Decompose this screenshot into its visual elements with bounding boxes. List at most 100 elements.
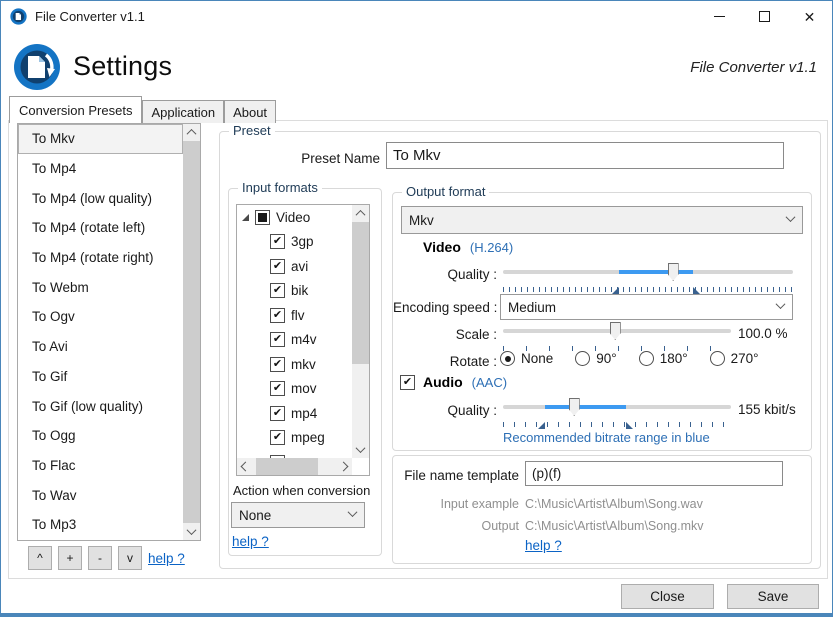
preset-list-item[interactable]: To Ogg (18, 421, 183, 451)
format-row[interactable]: ✔ m4v (237, 328, 352, 353)
scroll-down-icon[interactable] (183, 523, 200, 540)
preset-tool-button[interactable]: + (58, 546, 82, 570)
output-format-group: Output format Mkv Video(H.264) Quality :… (392, 192, 812, 451)
range-end-marker-icon (693, 287, 700, 294)
tree-root-video[interactable]: Video (237, 205, 352, 230)
range-end-marker-icon (626, 422, 633, 429)
video-quality-slider[interactable] (503, 261, 793, 287)
tree-horizontal-scrollbar[interactable] (237, 458, 352, 475)
scroll-down-icon[interactable] (352, 441, 369, 458)
preset-list-item[interactable]: To Webm (18, 272, 183, 302)
format-row[interactable]: ✔ mp4 (237, 401, 352, 426)
preset-name-input[interactable] (386, 142, 784, 169)
tab-label: Conversion Presets (19, 103, 132, 118)
preset-group: Preset Preset Name Input formats Video ✔… (219, 131, 821, 569)
preset-tool-button[interactable]: - (88, 546, 112, 570)
format-row[interactable]: ✔ avi (237, 254, 352, 279)
format-checkbox[interactable]: ✔ (270, 430, 285, 445)
filename-help-link[interactable]: help ? (525, 538, 562, 553)
preset-list-item[interactable]: To Mp4 (low quality) (18, 183, 183, 213)
file-converter-logo (13, 43, 61, 91)
format-checkbox[interactable]: ✔ (270, 406, 285, 421)
format-checkbox[interactable]: ✔ (270, 332, 285, 347)
check-icon: ✔ (273, 285, 282, 296)
tree-expander-icon[interactable] (242, 214, 249, 221)
scrollbar-thumb[interactable] (256, 458, 318, 475)
preset-list-item[interactable]: To Avi (18, 332, 183, 362)
encoding-speed-select[interactable]: Medium (500, 294, 793, 320)
preset-list-item[interactable]: To Mp4 (rotate right) (18, 243, 183, 273)
filename-template-input[interactable] (525, 461, 783, 486)
format-row[interactable]: ✔ mkv (237, 352, 352, 377)
check-icon: ✔ (273, 408, 282, 419)
preset-list-item[interactable]: To Wav (18, 480, 183, 510)
format-checkbox[interactable]: ✔ (270, 308, 285, 323)
rotate-radio[interactable]: 270° (710, 351, 759, 366)
preset-item-label: To Gif (low quality) (32, 399, 143, 414)
scroll-left-icon[interactable] (237, 458, 254, 475)
preset-list-item[interactable]: To Mkv (18, 124, 183, 154)
scrollbar-thumb[interactable] (183, 141, 200, 523)
tab[interactable]: Conversion Presets (9, 96, 142, 123)
preset-tool-button[interactable]: ^ (28, 546, 52, 570)
tab[interactable]: Application (142, 100, 224, 123)
window-title: File Converter v1.1 (35, 9, 145, 24)
slider-track[interactable] (503, 405, 731, 409)
scroll-up-icon[interactable] (183, 124, 200, 141)
tree-vertical-scrollbar[interactable] (352, 205, 369, 458)
format-checkbox[interactable]: ✔ (270, 283, 285, 298)
rotate-radio[interactable]: 90° (575, 351, 616, 366)
save-button[interactable]: Save (727, 584, 819, 609)
input-example-label: Input example (393, 497, 519, 511)
scroll-up-icon[interactable] (352, 205, 369, 222)
minimize-button[interactable] (697, 1, 742, 32)
format-checkbox[interactable]: ✔ (270, 357, 285, 372)
format-checkbox[interactable]: ✔ (270, 259, 285, 274)
output-format-select[interactable]: Mkv (401, 206, 803, 234)
preset-list-item[interactable]: To Gif (low quality) (18, 391, 183, 421)
slider-track[interactable] (503, 270, 793, 274)
maximize-button[interactable] (742, 1, 787, 32)
format-row[interactable]: ✔ 3gp (237, 230, 352, 255)
format-row[interactable]: ✔ mpeg (237, 426, 352, 451)
rotate-radio[interactable]: None (500, 351, 553, 366)
format-row[interactable]: ✔ ogv (237, 450, 352, 458)
scroll-right-icon[interactable] (335, 458, 352, 475)
input-formats-group-label: Input formats (238, 180, 322, 195)
video-indeterminate-checkbox[interactable] (255, 210, 270, 225)
post-conversion-action-select[interactable]: None (231, 502, 365, 528)
format-checkbox[interactable]: ✔ (270, 234, 285, 249)
slider-thumb[interactable] (569, 398, 580, 416)
preset-tool-button[interactable]: v (118, 546, 142, 570)
preset-item-label: To Mp4 (32, 161, 76, 176)
format-row[interactable]: ✔ flv (237, 303, 352, 328)
scale-value: 100.0 % (738, 326, 788, 341)
close-button[interactable]: Close (621, 584, 714, 609)
preset-list-item[interactable]: To Mp4 (18, 154, 183, 184)
format-row[interactable]: ✔ mov (237, 377, 352, 402)
input-formats-help-link[interactable]: help ? (232, 534, 269, 549)
tab[interactable]: About (224, 100, 276, 123)
audio-enabled-checkbox[interactable]: ✔ (400, 375, 415, 390)
preset-list-item[interactable]: To Mp3 (18, 510, 183, 540)
slider-ticks (503, 286, 793, 294)
close-window-button[interactable]: ✕ (787, 1, 832, 32)
slider-thumb[interactable] (610, 322, 621, 340)
format-row[interactable]: ✔ bik (237, 279, 352, 304)
preset-list-item[interactable]: To Ogv (18, 302, 183, 332)
preset-list-item[interactable]: To Gif (18, 362, 183, 392)
action-selected-value: None (239, 508, 271, 523)
slider-thumb[interactable] (668, 263, 679, 281)
preset-list-scrollbar[interactable] (183, 124, 200, 540)
preset-item-label: To Mp4 (low quality) (32, 191, 152, 206)
rotate-radio[interactable]: 180° (639, 351, 688, 366)
preset-list-item[interactable]: To Mp4 (rotate left) (18, 213, 183, 243)
preset-help-link[interactable]: help ? (148, 551, 185, 566)
format-label: mpeg (291, 430, 325, 445)
filename-template-label: File name template (393, 468, 519, 483)
preset-list-item[interactable]: To Flac (18, 451, 183, 481)
audio-quality-slider[interactable] (503, 396, 731, 422)
format-checkbox[interactable]: ✔ (270, 381, 285, 396)
scrollbar-thumb[interactable] (352, 222, 369, 364)
scale-slider[interactable] (503, 320, 731, 346)
